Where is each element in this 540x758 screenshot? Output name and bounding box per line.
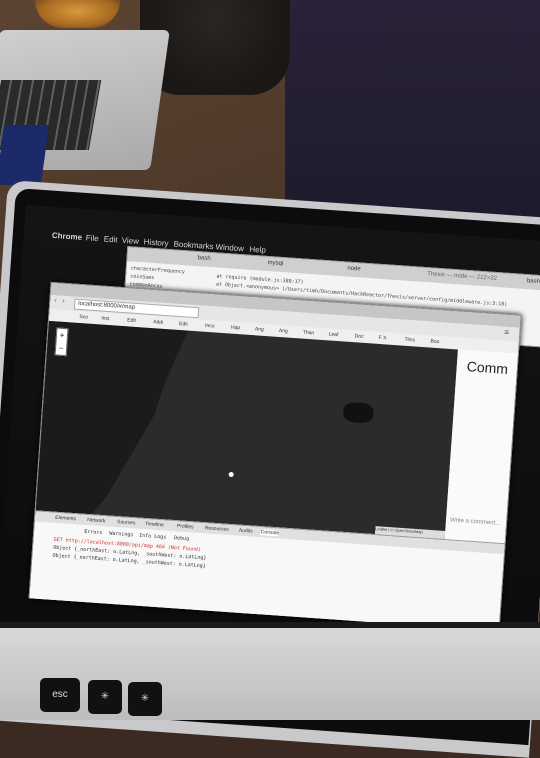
sun-icon: ✳ xyxy=(100,691,110,702)
bookmark[interactable]: Sco xyxy=(79,314,88,321)
console-filter[interactable]: Warnings xyxy=(109,531,133,539)
devtools-tab[interactable]: Sources xyxy=(117,519,136,526)
bookmark[interactable]: F X xyxy=(378,335,386,342)
devtools-tab[interactable]: Resources xyxy=(205,525,229,533)
bookmark[interactable]: Than xyxy=(303,330,315,337)
background-laptop-case xyxy=(0,125,50,185)
bookmark[interactable]: Boo xyxy=(430,339,439,346)
keyboard-deck xyxy=(0,628,540,720)
chrome-browser-window: ‹ › localhost:8000/#/map ≡ Sco Inst Edit… xyxy=(28,281,522,632)
console-output: Errors Warnings Info Logs Debug GET http… xyxy=(30,521,504,631)
back-icon[interactable]: ‹ xyxy=(54,297,57,304)
menu-view[interactable]: View xyxy=(121,236,139,246)
menu-history[interactable]: History xyxy=(143,237,168,248)
terminal-tab[interactable]: node xyxy=(347,266,361,273)
map-marker[interactable] xyxy=(228,471,234,478)
menu-help[interactable]: Help xyxy=(249,245,266,255)
bookmark[interactable]: Addi xyxy=(153,319,163,326)
sidebar-title: Comm xyxy=(466,358,509,378)
terminal-tab[interactable]: bash xyxy=(198,255,211,262)
forward-icon[interactable]: › xyxy=(62,298,65,305)
esc-key[interactable]: esc xyxy=(40,678,80,712)
brightness-up-key[interactable]: ✳ xyxy=(128,682,162,716)
zoom-out-button[interactable]: − xyxy=(56,341,67,355)
brightness-down-key[interactable]: ✳ xyxy=(88,680,122,714)
comments-sidebar: Comm Write a comment... xyxy=(444,349,518,544)
bookmark[interactable]: Inst xyxy=(101,316,109,323)
menu-edit[interactable]: Edit xyxy=(104,235,118,245)
bookmark[interactable]: Edit xyxy=(179,321,188,328)
bookmark[interactable]: Ang xyxy=(279,328,288,335)
devtools-tab-active[interactable]: Console xyxy=(260,529,280,537)
menu-icon[interactable]: ≡ xyxy=(504,328,509,337)
bookmark[interactable]: Edit xyxy=(127,317,136,324)
sun-icon: ✳ xyxy=(140,693,150,704)
devtools-tab[interactable]: Audits xyxy=(239,528,253,535)
devtools-tab[interactable]: Profiles xyxy=(177,523,194,530)
menu-app-name[interactable]: Chrome xyxy=(52,231,83,242)
console-filter[interactable]: Errors xyxy=(84,529,102,536)
console-filter[interactable]: Debug xyxy=(174,535,189,542)
menu-file[interactable]: File xyxy=(86,233,99,243)
devtools-tab[interactable]: Network xyxy=(87,517,106,524)
terminal-tab[interactable]: mysql xyxy=(267,260,283,267)
terminal-title: Thesis — node — 212×32 xyxy=(426,271,498,283)
comment-input[interactable]: Write a comment... xyxy=(450,517,501,526)
zoom-in-button[interactable]: + xyxy=(57,328,68,342)
bookmark[interactable]: Hap xyxy=(231,325,241,332)
bookmark[interactable]: Incu xyxy=(205,323,215,330)
terminal-tab[interactable]: bash xyxy=(527,278,540,285)
devtools-tab[interactable]: Timeline xyxy=(145,521,164,528)
devtools-tab[interactable]: Elements xyxy=(55,515,76,522)
finder-item[interactable]: coinSums xyxy=(130,273,154,281)
laptop-screen: Chrome File Edit View History Bookmarks … xyxy=(0,205,540,682)
bookmark[interactable]: Leaf xyxy=(328,331,338,338)
console-filter[interactable]: Logs xyxy=(154,534,166,541)
bookmark[interactable]: Doc xyxy=(354,333,363,340)
bookmark[interactable]: Ang xyxy=(255,326,264,333)
lake xyxy=(342,401,374,424)
bookmark[interactable]: Timc xyxy=(404,337,415,344)
leaflet-map[interactable]: + − Leaflet | © OpenStreetMap xyxy=(35,320,458,540)
zoom-control: + − xyxy=(54,327,69,357)
console-filter[interactable]: Info xyxy=(139,533,151,540)
